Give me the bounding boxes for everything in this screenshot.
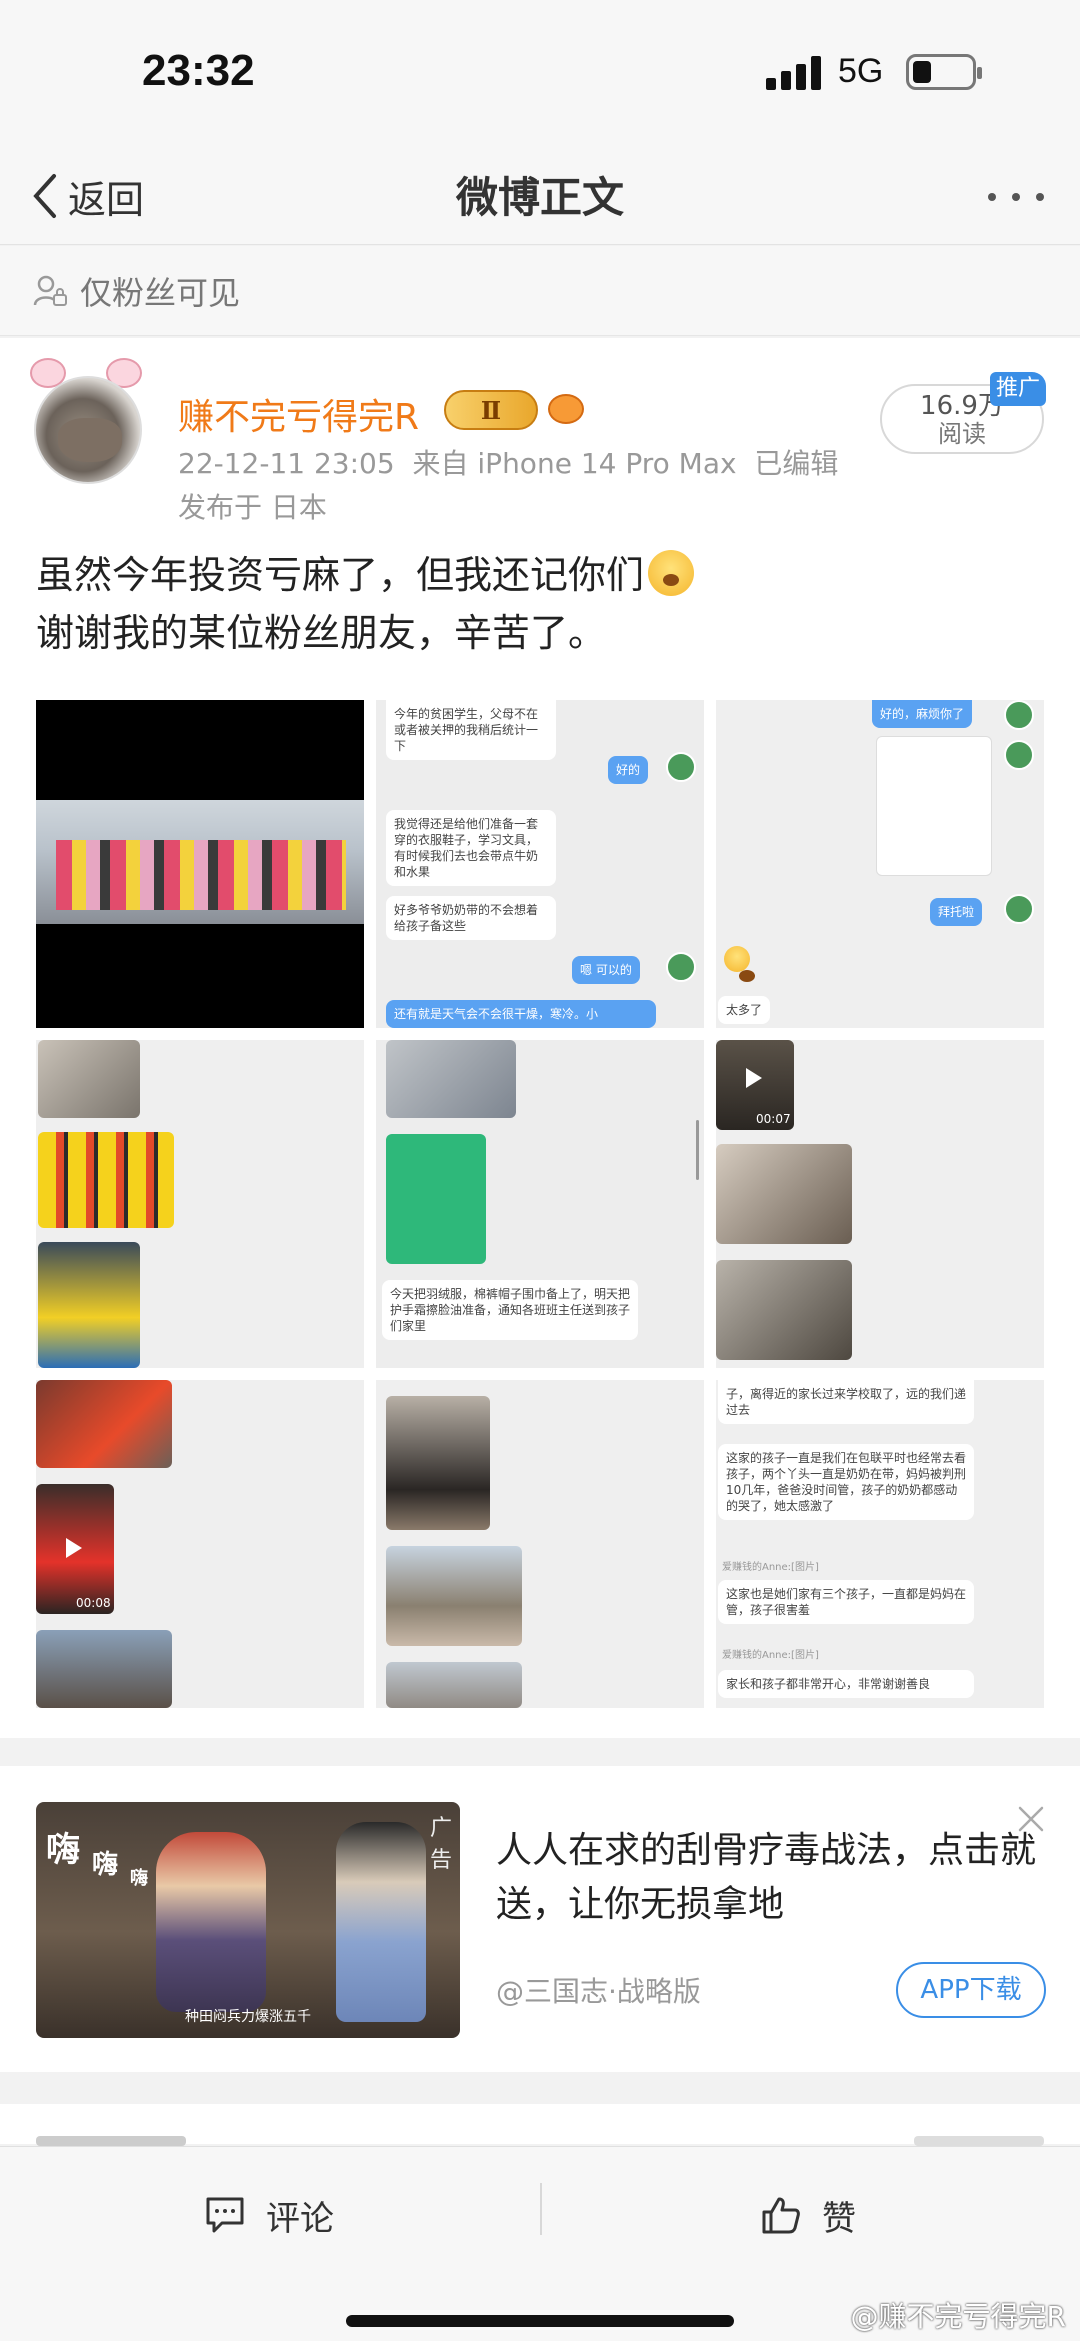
chat-message: 家长和孩子都非常开心，非常谢谢善良 (718, 1670, 974, 1698)
image-thumbnail[interactable] (36, 700, 364, 1028)
page-title: 微博正文 (455, 173, 624, 222)
fan-badge-icon[interactable] (548, 394, 584, 424)
avatar[interactable] (34, 376, 142, 484)
chat-avatar (1004, 740, 1034, 770)
chat-message: 还有就是天气会不会很干燥，寒冷。小 (386, 1000, 656, 1028)
tear-emoji-icon (648, 550, 695, 596)
ad-image-text: 嗨 (46, 1830, 80, 1870)
chat-system-note: 爱赚钱的Anne:[图片] (722, 1650, 819, 1661)
chat-system-note: 爱赚钱的Anne:[图片] (722, 1562, 819, 1573)
image-thumbnail[interactable] (36, 1040, 364, 1368)
image-thumbnail[interactable]: 今天把羽绒服，棉裤帽子围巾备上了，明天把护手霜擦脸油准备，通知各班班主任送到孩子… (376, 1040, 704, 1368)
battery-icon (906, 54, 982, 90)
chat-message: 拜托啦 (930, 898, 983, 926)
play-icon (66, 1538, 82, 1558)
ad-image-text: 嗨 (130, 1868, 148, 1889)
signal-icon (766, 56, 822, 90)
video-thumbnail[interactable]: 00:08 (36, 1484, 114, 1614)
home-indicator[interactable] (346, 2315, 734, 2327)
status-time: 23:32 (142, 46, 255, 95)
chat-message: 好的，麻烦你了 (872, 700, 973, 728)
chat-message: 嗯 可以的 (572, 956, 640, 984)
ad-title[interactable]: 人人在求的刮骨疗毒战法，点击就送，让你无损拿地 (496, 1824, 1036, 1932)
ad-card[interactable]: 嗨 嗨 嗨 种田闷兵力爆涨五千 广告 人人在求的刮骨疗毒战法，点击就送，让你无损… (0, 1766, 1080, 2072)
comment-icon (206, 2197, 244, 2233)
post-timestamp: 22-12-11 23:05 (178, 447, 395, 480)
ad-image-caption: 种田闷兵力爆涨五千 (185, 2009, 311, 2025)
character-illustration (156, 1832, 266, 2012)
promo-tag: 推广 (990, 372, 1046, 406)
read-label: 阅读 (938, 420, 986, 448)
divider (540, 2183, 542, 2235)
lock-person-icon (33, 275, 67, 306)
video-thumbnail[interactable]: 00:07 (716, 1040, 794, 1130)
network-type: 5G (838, 52, 884, 90)
character-illustration (336, 1822, 426, 2022)
nav-bar: 返回 微博正文 (0, 150, 1080, 245)
post-card: 赚不完亏得完R Ⅱ 22-12-11 23:05 来自 iPhone 14 Pr… (0, 338, 1080, 1738)
more-options-button[interactable] (988, 182, 1044, 212)
emoji-icon (724, 946, 755, 982)
image-attachment (876, 736, 992, 876)
watermark: @赚不完亏得完R (850, 2300, 1066, 2333)
image-thumbnail[interactable]: 00:07 (716, 1040, 1044, 1368)
image-thumbnail[interactable]: 好的，麻烦你了 拜托啦 太多了 (716, 700, 1044, 1028)
post-meta: 22-12-11 23:05 来自 iPhone 14 Pro Max 已编辑 (178, 442, 838, 482)
thumbs-up-icon (762, 2197, 800, 2234)
chat-message: 今年的贫困学生，父母不在或者被关押的我稍后统计一下 (386, 700, 556, 760)
visibility-row: 仅粉丝可见 (0, 246, 1080, 336)
chat-message: 子，离得近的家长过来学校取了，远的我们递过去 (718, 1380, 974, 1424)
ad-image-text: 嗨 (92, 1850, 119, 1880)
visibility-label: 仅粉丝可见 (80, 273, 241, 312)
play-icon (746, 1068, 762, 1088)
chat-message: 我觉得还是给他们准备一套穿的衣服鞋子，学习文具，有时候我们去也会带点牛奶和水果 (386, 810, 556, 886)
image-grid: 今年的贫困学生，父母不在或者被关押的我稍后统计一下 好的 我觉得还是给他们准备一… (36, 700, 1044, 1710)
chat-avatar (666, 952, 696, 982)
post-text-line-2: 谢谢我的某位粉丝朋友，辛苦了。 (36, 611, 607, 655)
edited-label: 已编辑 (754, 447, 839, 480)
chat-avatar (1004, 700, 1034, 730)
image-thumbnail[interactable]: 子，离得近的家长过来学校取了，远的我们递过去 这家的孩子一直是我们在包联平时也经… (716, 1380, 1044, 1708)
ad-image[interactable]: 嗨 嗨 嗨 种田闷兵力爆涨五千 广告 (36, 1802, 460, 2038)
ad-source[interactable]: @三国志·战略版 (496, 1970, 701, 2010)
image-thumbnail[interactable]: 00:08 (36, 1380, 364, 1708)
chat-message: 太多了 (718, 996, 771, 1024)
post-text-line-1: 虽然今年投资亏麻了，但我还记你们 (36, 553, 645, 597)
chat-avatar (1004, 894, 1034, 924)
comments-section-peek (0, 2104, 1080, 2146)
username[interactable]: 赚不完亏得完R (178, 388, 419, 440)
chat-avatar (666, 752, 696, 782)
vip-badge[interactable]: Ⅱ (444, 390, 538, 430)
ad-label: 广告 (430, 1816, 453, 1873)
app-download-button[interactable]: APP下载 (896, 1962, 1046, 2018)
status-bar: 23:32 5G (0, 0, 1080, 150)
post-source: 来自 iPhone 14 Pro Max (412, 447, 737, 480)
post-text: 虽然今年投资亏麻了，但我还记你们 谢谢我的某位粉丝朋友，辛苦了。 (36, 546, 695, 662)
chat-message: 今天把羽绒服，棉裤帽子围巾备上了，明天把护手霜擦脸油准备，通知各班班主任送到孩子… (382, 1280, 638, 1340)
video-duration: 00:08 (76, 1596, 111, 1610)
video-duration: 00:07 (756, 1112, 791, 1126)
like-label: 赞 (822, 2198, 856, 2239)
comment-button[interactable]: 评论 (204, 2185, 334, 2245)
image-thumbnail[interactable] (376, 1380, 704, 1708)
image-thumbnail[interactable]: 今年的贫困学生，父母不在或者被关押的我稍后统计一下 好的 我觉得还是给他们准备一… (376, 700, 704, 1028)
comment-label: 评论 (266, 2198, 334, 2239)
chat-message: 这家的孩子一直是我们在包联平时也经常去看孩子，两个丫头一直是奶奶在带，妈妈被判刑… (718, 1444, 974, 1520)
chat-message: 这家也是她们家有三个孩子，一直都是妈妈在管，孩子很害羞 (718, 1580, 974, 1624)
bottom-action-bar: 评论 赞 @赚不完亏得完R (0, 2146, 1080, 2341)
chat-message: 好的 (608, 756, 649, 784)
close-icon[interactable] (1016, 1804, 1046, 1834)
post-location: 发布于 日本 (178, 491, 327, 524)
like-button[interactable]: 赞 (760, 2185, 856, 2245)
chat-message: 好多爷爷奶奶带的不会想着给孩子备这些 (386, 896, 556, 940)
